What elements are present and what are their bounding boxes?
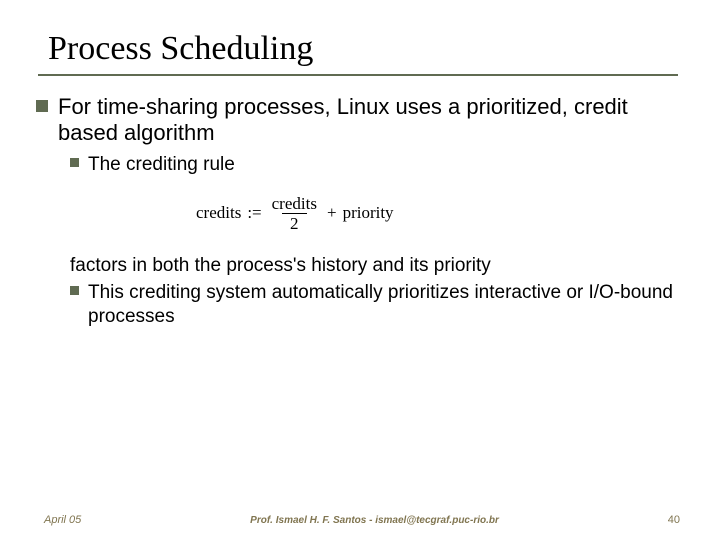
footer-page-number: 40 [668,514,680,526]
continuation-text: factors in both the process's history an… [70,255,491,276]
formula-rhs: priority [343,203,394,223]
footer-author: Prof. Ismael H. F. Santos - ismael@tecgr… [81,515,667,526]
bullet-level2-continuation: factors in both the process's history an… [70,254,684,278]
bullet-level2-text: This crediting system automatically prio… [88,281,684,329]
square-bullet-icon [70,158,79,167]
bullet-level2: This crediting system automatically prio… [70,281,684,329]
footer-date: April 05 [44,514,81,526]
title-divider [38,74,678,76]
slide-footer: April 05 Prof. Ismael H. F. Santos - ism… [0,514,720,526]
bullet-level1: For time-sharing processes, Linux uses a… [36,94,684,147]
square-bullet-icon [70,286,79,295]
formula-denominator: 2 [282,213,307,232]
formula-assign: := [247,203,261,223]
page-title: Process Scheduling [48,30,684,68]
bullet-level2-text: The crediting rule [88,153,235,177]
formula-numerator: credits [268,195,321,213]
square-bullet-icon [36,100,48,112]
formula-fraction: credits 2 [268,195,321,232]
bullet-level2: The crediting rule [70,153,684,177]
formula: credits := credits 2 + priority [196,195,684,232]
bullet-level1-text: For time-sharing processes, Linux uses a… [58,94,684,147]
formula-lhs: credits [196,203,241,223]
slide: Process Scheduling For time-sharing proc… [0,0,720,540]
formula-plus: + [327,203,337,223]
